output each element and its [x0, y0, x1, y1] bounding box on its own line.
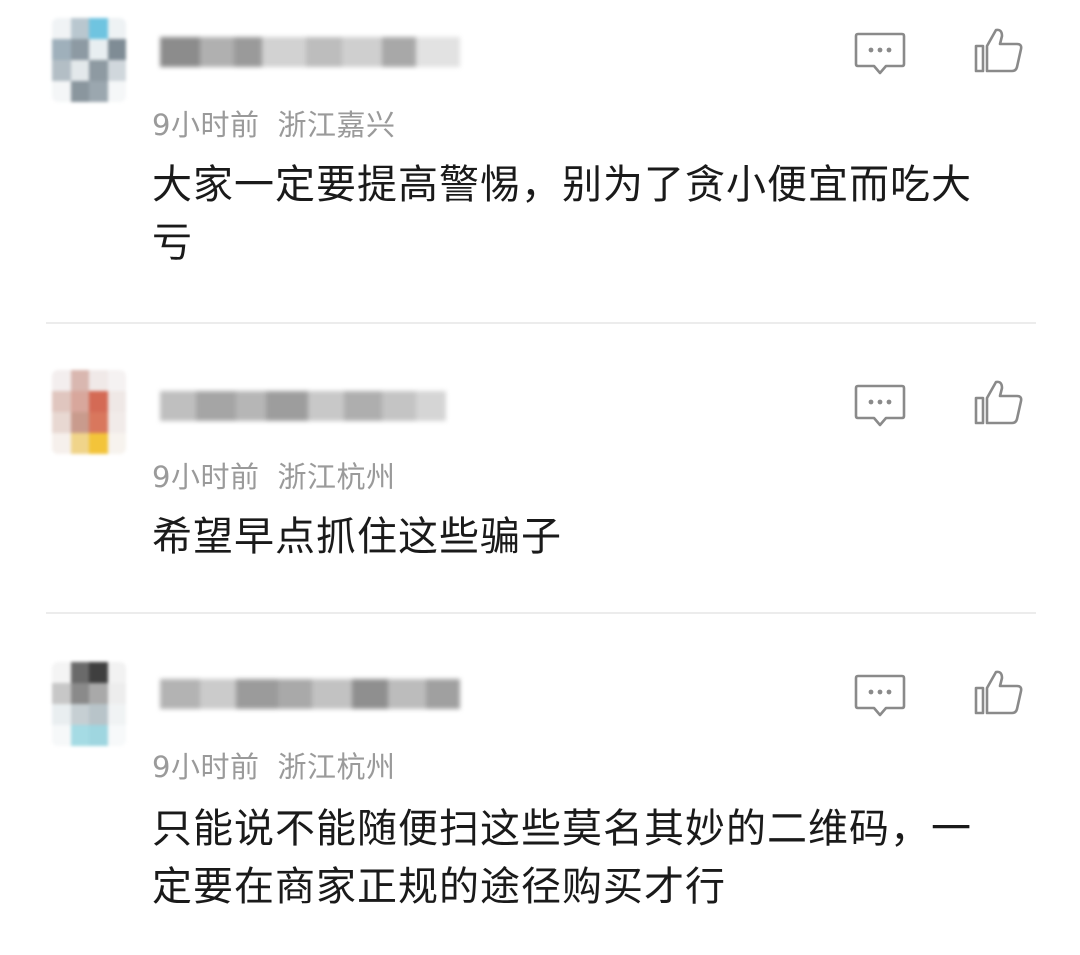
username-blurred[interactable] [160, 386, 460, 426]
avatar[interactable] [52, 662, 126, 746]
thumbs-up-icon [974, 28, 1023, 73]
comment-item: 9小时前 浙江杭州 希望早点抓住这些骗子 [0, 324, 1080, 612]
avatar[interactable] [52, 370, 126, 454]
comment-item: 9小时前 浙江嘉兴 大家一定要提高警惕，别为了贪小便宜而吃大亏 [0, 0, 1080, 322]
comment-time: 9小时前 [152, 108, 260, 142]
comment-location: 浙江杭州 [277, 460, 396, 494]
username-blurred[interactable] [160, 32, 460, 72]
thumbs-up-icon [974, 670, 1023, 715]
comment-bubble-icon [854, 674, 906, 717]
like-button[interactable] [972, 378, 1026, 426]
comment-text: 只能说不能随便扫这些莫名其妙的二维码，一定要在商家正规的途径购买才行 [152, 806, 972, 910]
comment-meta: 9小时前 浙江杭州 [152, 744, 395, 786]
comment-meta: 9小时前 浙江嘉兴 [152, 102, 395, 144]
comment-time: 9小时前 [152, 460, 260, 494]
like-button[interactable] [972, 668, 1026, 716]
comment-text: 大家一定要提高警惕，别为了贪小便宜而吃大亏 [152, 162, 972, 266]
avatar[interactable] [52, 18, 126, 102]
thumbs-up-icon [974, 380, 1023, 425]
reply-button[interactable] [853, 672, 907, 720]
reply-button[interactable] [853, 382, 907, 430]
comment-time: 9小时前 [152, 750, 260, 784]
comment-bubble-icon [854, 32, 906, 75]
comment-location: 浙江嘉兴 [277, 108, 396, 142]
like-button[interactable] [972, 26, 1026, 74]
username-blurred[interactable] [160, 674, 460, 714]
comment-item: 9小时前 浙江杭州 只能说不能随便扫这些莫名其妙的二维码，一定要在商家正规的途径购… [0, 614, 1080, 955]
reply-button[interactable] [853, 30, 907, 78]
comment-meta: 9小时前 浙江杭州 [152, 454, 395, 496]
comment-text: 希望早点抓住这些骗子 [152, 514, 562, 560]
comment-location: 浙江杭州 [277, 750, 396, 784]
comment-bubble-icon [854, 384, 906, 427]
